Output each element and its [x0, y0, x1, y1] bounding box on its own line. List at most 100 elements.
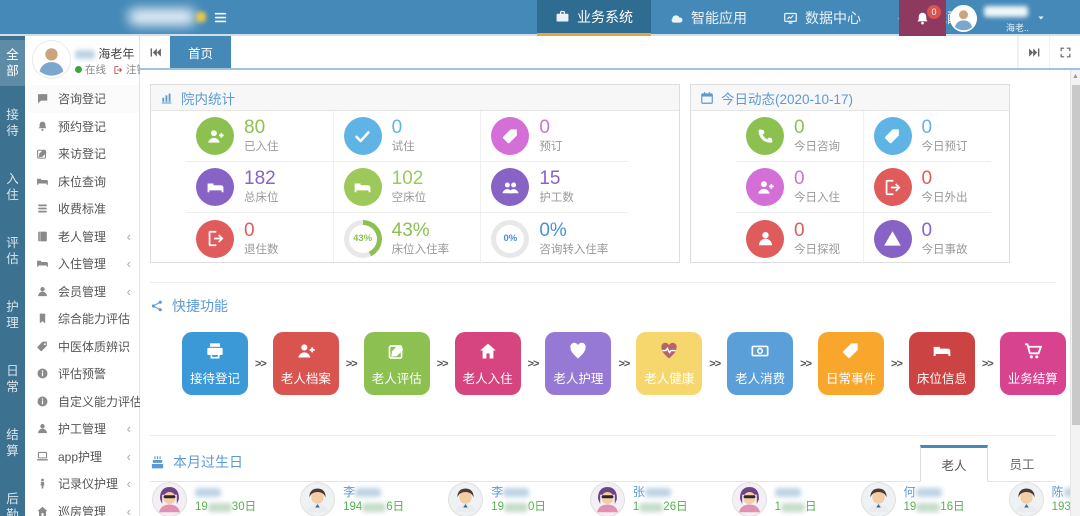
skip-back-icon — [149, 46, 162, 59]
stat-cell-今日入住: 0 今日入住 — [736, 162, 864, 213]
scrollbar-thumb[interactable] — [1072, 85, 1080, 425]
sidebar-item-checkin-mgmt[interactable]: 入住管理 ‹ — [25, 250, 139, 278]
sidebar: 海老年 在线 注销 咨询登记 预约登记 来访登记 床位查询 收费标准 老人管理 ‹ 入住管理 ‹… — [25, 36, 147, 516]
stat-value: 15 — [539, 168, 561, 190]
stat-label: 今日咨询 — [794, 141, 840, 154]
sidebar-item-patrol-mgmt[interactable]: 巡房管理 ‹ — [25, 498, 139, 516]
resident-avatar — [152, 482, 187, 516]
fullscreen-button[interactable] — [1049, 36, 1080, 68]
nav-item-business-system[interactable]: 业务系统 — [537, 0, 651, 36]
quick-button-elder-care[interactable]: 老人护理 — [545, 332, 612, 395]
quick-button-business-settle[interactable]: 业务结算 — [999, 332, 1066, 395]
quick-button-label: 老人入住 — [462, 371, 513, 386]
stat-label: 空床位 — [391, 192, 427, 205]
edit-icon — [36, 147, 49, 160]
stat-value: 80 — [244, 117, 266, 139]
bed-icon — [932, 341, 952, 361]
sidebar-item-elder-mgmt[interactable]: 老人管理 ‹ — [25, 223, 139, 251]
rail-item-4[interactable]: 护理 — [0, 292, 25, 338]
quick-button-elder-assess[interactable]: 老人评估 — [363, 332, 430, 395]
stat-cell-已入住: 80 已入住 — [186, 111, 334, 162]
tag-icon — [841, 341, 861, 361]
sidebar-item-fee-standard[interactable]: 收费标准 — [25, 195, 139, 223]
users-icon — [491, 168, 530, 206]
sidebar-item-appointment-register[interactable]: 预约登记 — [25, 113, 139, 141]
tab-home[interactable]: 首页 — [170, 36, 232, 68]
quick-button-elder-checkin[interactable]: 老人入住 — [454, 332, 521, 395]
quick-separator: >> — [800, 357, 812, 370]
cake-icon — [150, 455, 165, 470]
bell-icon — [36, 120, 49, 133]
notifications-button[interactable]: 0 — [899, 0, 946, 36]
birthday-tab-elders[interactable]: 老人 — [920, 445, 988, 482]
sidebar-item-tcm-constitution[interactable]: 中医体质辨识 — [25, 333, 139, 361]
resident-name: 张 — [633, 484, 688, 500]
sidebar-item-visit-register[interactable]: 来访登记 — [25, 140, 139, 168]
laptop-icon — [36, 450, 49, 463]
birthday-list: 1930日李1946日李190日张126日1日何1916日陈193月8日 — [152, 482, 1080, 516]
rail-item-2[interactable]: 入住 — [0, 164, 25, 210]
tabs-scroll-right-button[interactable] — [1018, 36, 1049, 68]
collapse-chevron-icon: ‹ — [126, 448, 131, 464]
quick-button-reception-register[interactable]: 接待登记 — [182, 332, 248, 395]
user-menu[interactable]: 海老.. — [950, 0, 1046, 36]
elderly-care-dashboard: 业务系统 智能应用 数据中心 系统配置 0 海老.. 全部接待入住评估护理日常结算后勤… — [0, 0, 1080, 516]
sidebar-item-bed-query[interactable]: 床位查询 — [25, 168, 139, 196]
resident-avatar — [448, 482, 484, 516]
bed-icon — [196, 168, 234, 206]
birthday-tab-staff[interactable]: 员工 — [988, 445, 1056, 481]
rail-item-3[interactable]: 评估 — [0, 228, 25, 274]
stat-label: 今日外出 — [921, 192, 968, 205]
quick-button-elder-health[interactable]: 老人健康 — [636, 332, 703, 395]
sidebar-item-ability-assess[interactable]: 综合能力评估 — [25, 305, 139, 333]
sidebar-item-custom-assess[interactable]: 自定义能力评估 — [25, 388, 142, 416]
sidebar-item-consult-register[interactable]: 咨询登记 — [25, 85, 139, 113]
resident-name: 何 — [904, 484, 965, 500]
category-rail: 全部接待入住评估护理日常结算后勤人员 — [0, 36, 25, 516]
rail-item-0[interactable]: 全部 — [0, 40, 25, 86]
stat-cell-试住: 0 试住 — [333, 111, 482, 162]
quick-button-bed-info[interactable]: 床位信息 — [908, 332, 975, 395]
stat-value: 102 — [391, 168, 424, 190]
warning-icon — [873, 219, 912, 258]
sidebar-item-recorder-nursing[interactable]: 记录仪护理 ‹ — [25, 470, 139, 498]
rail-item-1[interactable]: 接待 — [0, 100, 25, 146]
expand-icon — [1059, 46, 1072, 59]
facility-stats-panel: 院内统计 80 已入住 0 试住 0 预订 182 总床位 102 空床位 15 护工数 0 退住数 43%… — [150, 84, 680, 264]
stats-panel-title: 院内统计 — [181, 91, 235, 107]
sidebar-item-app-nursing[interactable]: app护理 ‹ — [25, 443, 139, 471]
fax-icon — [205, 341, 225, 361]
quick-button-daily-events[interactable]: 日常事件 — [818, 332, 885, 395]
tabs-scroll-left-button[interactable] — [140, 36, 170, 68]
edit-icon — [387, 341, 407, 361]
rail-item-5[interactable]: 日常 — [0, 356, 25, 402]
cart-icon — [1023, 341, 1043, 361]
vertical-scrollbar[interactable]: ▲ — [1070, 70, 1080, 516]
stat-cell-今日探视: 0 今日探视 — [736, 213, 864, 264]
comment-icon — [36, 92, 49, 105]
birthday-entry-0: 19 30日 — [152, 482, 256, 516]
rail-item-7[interactable]: 后勤 — [0, 484, 25, 516]
sidebar-item-member-mgmt[interactable]: 会员管理 ‹ — [25, 278, 139, 306]
sidebar-item-label: 来访登记 — [58, 147, 107, 162]
app-logo — [128, 9, 196, 25]
stat-value: 0 — [921, 168, 933, 190]
sidebar-item-label: 老人管理 — [58, 229, 107, 244]
scrollbar-up-arrow[interactable]: ▲ — [1071, 72, 1080, 82]
quick-button-elder-files[interactable]: 老人档案 — [272, 332, 339, 395]
quick-button-elder-consume[interactable]: 老人消费 — [727, 332, 794, 395]
sidebar-item-caregiver-mgmt[interactable]: 护工管理 ‹ — [25, 415, 139, 443]
resident-avatar — [860, 482, 896, 516]
ring-gauge: 0% — [491, 219, 530, 258]
org-name: 海老年 — [75, 45, 134, 62]
stat-cell-退住数: 0 退住数 — [186, 213, 334, 264]
nav-item-smart-apps[interactable]: 智能应用 — [651, 0, 765, 36]
nav-item-label: 智能应用 — [691, 10, 747, 26]
quick-separator: >> — [255, 357, 267, 370]
birthday-section-title: 本月过生日 — [173, 454, 243, 470]
rail-item-6[interactable]: 结算 — [0, 420, 25, 466]
sidebar-item-label: 咨询登记 — [58, 92, 107, 107]
sidebar-item-assess-warning[interactable]: 评估预警 — [25, 360, 139, 388]
nav-item-data-center[interactable]: 数据中心 — [765, 0, 879, 36]
hamburger-menu-icon[interactable] — [212, 10, 229, 25]
